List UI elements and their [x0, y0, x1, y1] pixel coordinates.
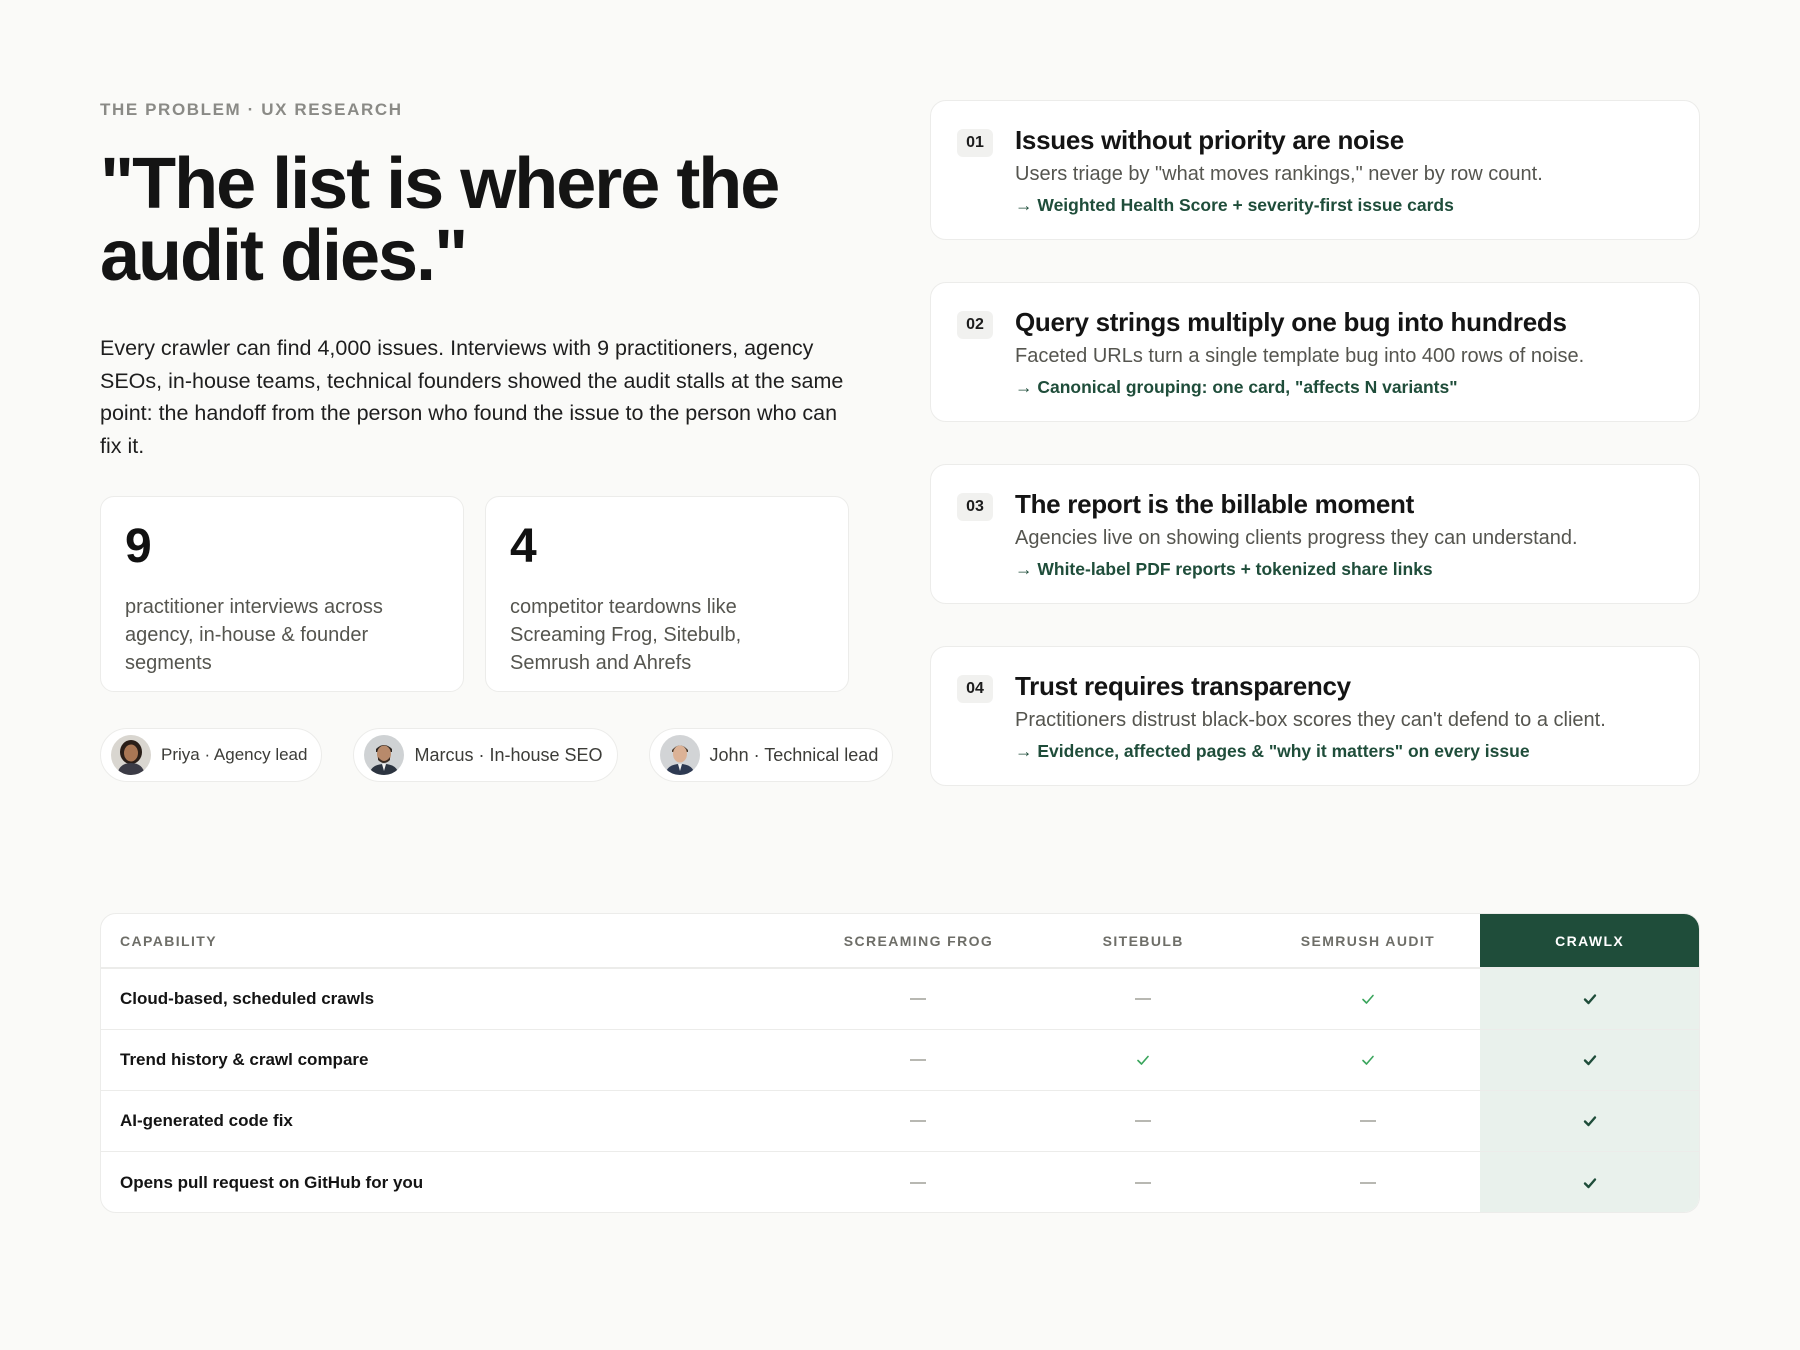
column-header-semrush-audit: SEMRUSH AUDIT — [1300, 932, 1436, 949]
persona-chip-priya[interactable]: Priya · Agency lead — [100, 728, 323, 782]
value-cell — [1480, 1152, 1699, 1212]
finding-title: Query strings multiply one bug into hund… — [1015, 307, 1567, 337]
stats-row: 9 practitioner interviews across agency,… — [100, 496, 850, 692]
table-row: AI-generated code fix — [101, 1091, 1699, 1152]
capability-cell: Cloud-based, scheduled crawls — [101, 969, 806, 1029]
dash-icon — [1359, 1181, 1376, 1184]
finding-outcome: → Evidence, affected pages & "why it mat… — [1015, 741, 1530, 761]
column-header-crawlx: CRAWLX — [1480, 914, 1699, 967]
dash-icon — [910, 1181, 927, 1184]
capability-label: Trend history & crawl compare — [120, 1050, 369, 1069]
value-cell — [1031, 969, 1256, 1029]
value-cell — [1480, 1091, 1699, 1151]
finding-number: 01 — [957, 129, 993, 157]
dash-icon — [910, 998, 927, 1000]
value-cell — [1480, 1030, 1699, 1090]
persona-chip-john[interactable]: John · Technical lead — [648, 728, 894, 782]
table-body: Cloud-based, scheduled crawls Trend histo… — [101, 969, 1699, 1212]
finding-card: 01 Issues without priority are noise Use… — [930, 100, 1700, 240]
check-icon — [1360, 1052, 1376, 1068]
capability-cell: Opens pull request on GitHub for you — [101, 1152, 806, 1212]
headline: "The list is where the audit dies." — [100, 144, 780, 296]
findings-list: 01 Issues without priority are noise Use… — [930, 100, 1700, 828]
dash-icon — [1359, 1120, 1376, 1122]
problem-section: THE PROBLEM · UX RESEARCH "The list is w… — [100, 100, 894, 782]
finding-number: 02 — [957, 311, 993, 339]
table-row: Cloud-based, scheduled crawls — [101, 969, 1699, 1030]
capability-cell: Trend history & crawl compare — [101, 1030, 806, 1090]
capability-cell: AI-generated code fix — [101, 1091, 806, 1151]
stat-description: competitor teardowns like Screaming Frog… — [510, 596, 742, 674]
dash-icon — [910, 1059, 927, 1061]
page: THE PROBLEM · UX RESEARCH "The list is w… — [0, 0, 1800, 1350]
dash-icon — [1135, 998, 1152, 1000]
check-icon — [1360, 991, 1376, 1007]
finding-outcome: → White-label PDF reports + tokenized sh… — [1015, 559, 1433, 579]
value-cell — [1256, 1030, 1481, 1090]
persona-chips: Priya · Agency lead Marcus · In-house SE… — [100, 728, 894, 782]
finding-description: Faceted URLs turn a single template bug … — [1015, 345, 1585, 367]
column-header-capability: CAPABILITY — [120, 932, 217, 949]
capability-label: AI-generated code fix — [120, 1111, 293, 1130]
column-header-screaming-frog: SCREAMING FROG — [843, 932, 994, 949]
finding-card: 02 Query strings multiply one bug into h… — [930, 282, 1700, 422]
comparison-table: CAPABILITY SCREAMING FROG SITEBULB SEMRU… — [100, 913, 1700, 1213]
lede-paragraph: Every crawler can find 4,000 issues. Int… — [100, 336, 844, 458]
stat-description: practitioner interviews across agency, i… — [125, 596, 383, 674]
check-icon — [1582, 1052, 1598, 1068]
value-cell — [1031, 1152, 1256, 1212]
capability-label: Opens pull request on GitHub for you — [120, 1172, 424, 1192]
avatar-woman-icon — [111, 735, 151, 775]
check-icon — [1135, 1052, 1151, 1068]
stat-card-teardowns: 4 competitor teardowns like Screaming Fr… — [485, 496, 849, 692]
finding-outcome: → Weighted Health Score + severity-first… — [1015, 195, 1454, 215]
finding-description: Agencies live on showing clients progres… — [1015, 527, 1578, 549]
column-header-sitebulb: SITEBULB — [1102, 932, 1184, 949]
finding-card: 04 Trust requires transparency Practitio… — [930, 646, 1700, 786]
persona-label: John · Technical lead — [709, 744, 879, 765]
finding-outcome: → Canonical grouping: one card, "affects… — [1015, 377, 1458, 397]
persona-chip-marcus[interactable]: Marcus · In-house SEO — [353, 728, 618, 782]
stat-card-interviews: 9 practitioner interviews across agency,… — [100, 496, 464, 692]
capability-label: Cloud-based, scheduled crawls — [120, 989, 375, 1008]
value-cell — [1256, 969, 1481, 1029]
finding-description: Practitioners distrust black-box scores … — [1015, 709, 1606, 731]
stat-number: 9 — [125, 520, 152, 573]
value-cell — [806, 1152, 1031, 1212]
dash-icon — [910, 1120, 927, 1122]
avatar-man-icon — [364, 735, 405, 775]
value-cell — [1256, 1091, 1481, 1151]
table-row: Opens pull request on GitHub for you — [101, 1152, 1699, 1212]
finding-title: Trust requires transparency — [1015, 671, 1351, 701]
persona-label: Priya · Agency lead — [161, 745, 308, 764]
finding-description: Users triage by "what moves rankings," n… — [1015, 163, 1543, 185]
table-header-row: CAPABILITY SCREAMING FROG SITEBULB SEMRU… — [101, 914, 1699, 969]
value-cell — [1031, 1091, 1256, 1151]
finding-number: 03 — [957, 493, 993, 521]
value-cell — [806, 969, 1031, 1029]
value-cell — [1480, 969, 1699, 1029]
value-cell — [1031, 1030, 1256, 1090]
finding-title: The report is the billable moment — [1015, 489, 1414, 519]
stat-number: 4 — [510, 520, 537, 573]
value-cell — [1256, 1152, 1481, 1212]
dash-icon — [1135, 1181, 1152, 1184]
check-icon — [1582, 1113, 1598, 1129]
finding-title: Issues without priority are noise — [1015, 125, 1404, 155]
value-cell — [806, 1091, 1031, 1151]
finding-number: 04 — [957, 675, 993, 703]
dash-icon — [1135, 1120, 1152, 1122]
eyebrow-label: THE PROBLEM · UX RESEARCH — [100, 100, 403, 119]
check-icon — [1582, 991, 1598, 1007]
value-cell — [806, 1030, 1031, 1090]
finding-card: 03 The report is the billable moment Age… — [930, 464, 1700, 604]
avatar-man-icon — [659, 735, 700, 775]
check-icon — [1582, 1175, 1598, 1191]
table-row: Trend history & crawl compare — [101, 1030, 1699, 1091]
persona-label: Marcus · In-house SEO — [414, 744, 603, 765]
